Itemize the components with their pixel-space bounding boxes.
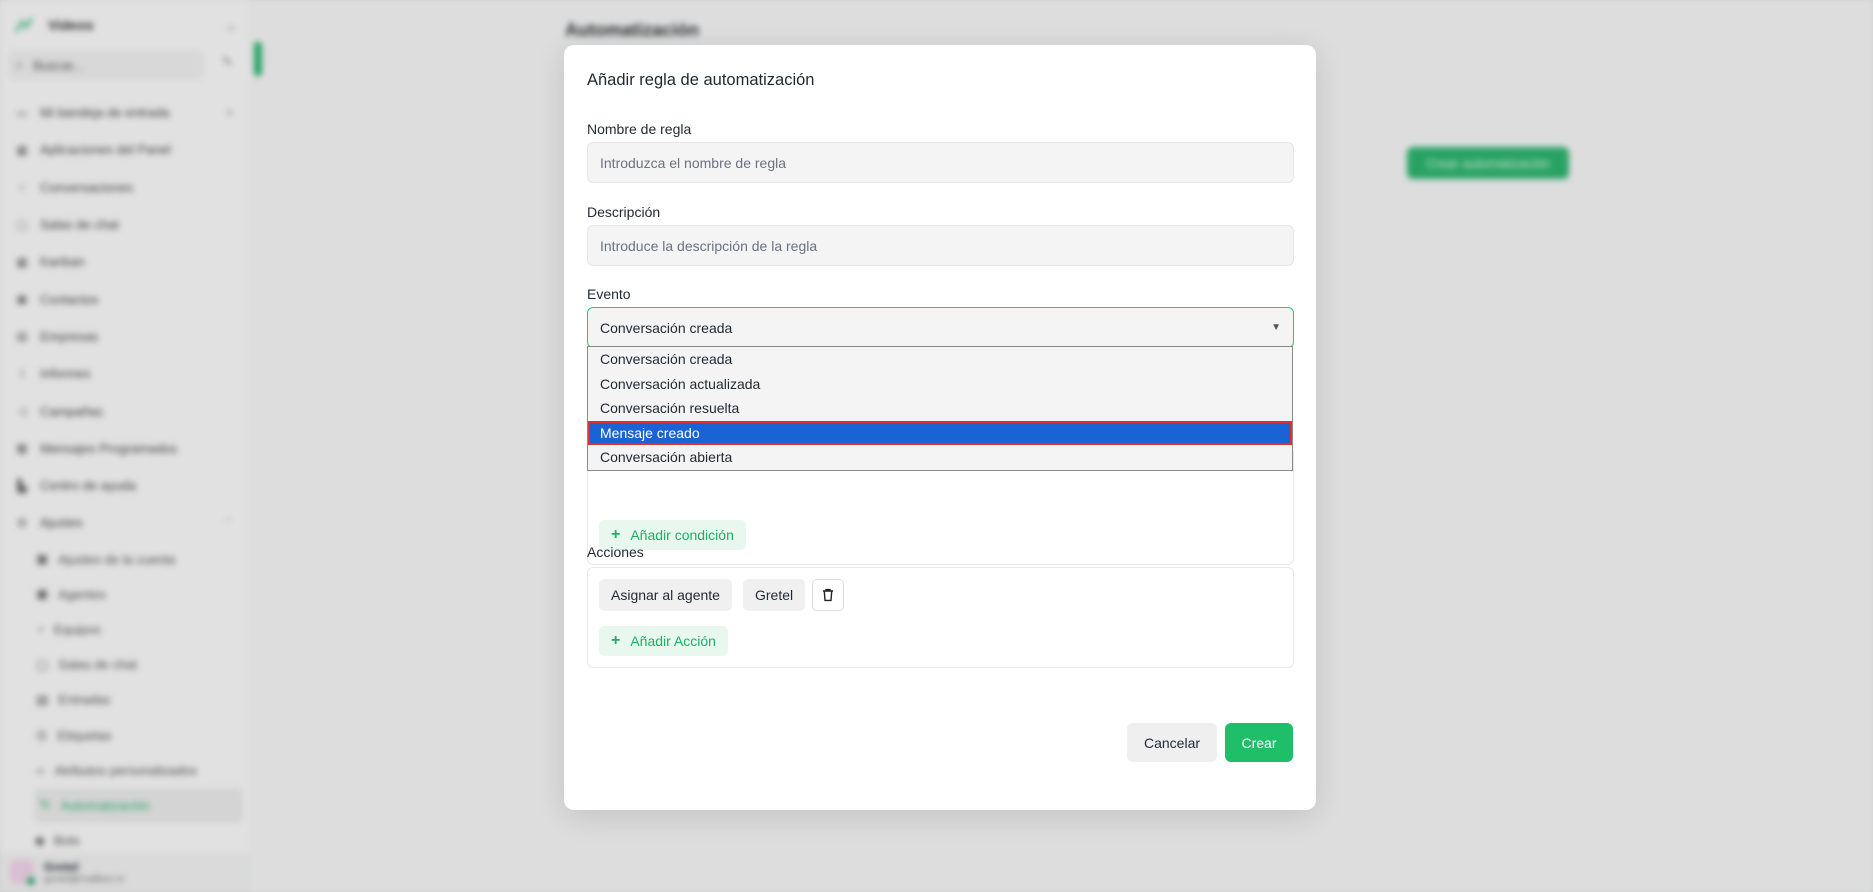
rule-name-label: Nombre de regla bbox=[587, 121, 692, 137]
trash-icon bbox=[823, 588, 833, 602]
description-input[interactable] bbox=[587, 225, 1294, 266]
event-dropdown-list: Conversación creada Conversación actuali… bbox=[587, 346, 1293, 471]
action-value-select[interactable]: Gretel bbox=[743, 579, 806, 611]
add-condition-label: Añadir condición bbox=[630, 527, 734, 543]
description-label: Descripción bbox=[587, 204, 661, 220]
plus-icon: + bbox=[611, 632, 621, 649]
add-action-label: Añadir Acción bbox=[630, 633, 716, 649]
event-label: Evento bbox=[587, 286, 631, 302]
add-action-button[interactable]: + Añadir Acción bbox=[599, 626, 728, 656]
caret-down-icon: ▼ bbox=[1271, 322, 1281, 333]
cancel-button[interactable]: Cancelar bbox=[1127, 723, 1217, 762]
event-option[interactable]: Conversación abierta bbox=[588, 445, 1292, 470]
plus-icon: + bbox=[611, 526, 621, 543]
actions-label: Acciones bbox=[587, 544, 644, 560]
modal-title: Añadir regla de automatización bbox=[587, 71, 815, 89]
rule-name-input[interactable] bbox=[587, 142, 1294, 183]
event-select[interactable]: Conversación creada ▼ bbox=[587, 307, 1294, 348]
create-button[interactable]: Crear bbox=[1225, 723, 1293, 762]
actions-box: Asignar al agente Gretel + Añadir Acción bbox=[587, 567, 1294, 668]
delete-action-button[interactable] bbox=[812, 579, 844, 611]
event-option-highlighted[interactable]: Mensaje creado bbox=[588, 420, 1292, 445]
event-option[interactable]: Conversación creada bbox=[588, 347, 1292, 372]
event-option[interactable]: Conversación resuelta bbox=[588, 396, 1292, 421]
action-type-select[interactable]: Asignar al agente bbox=[599, 579, 732, 611]
event-option[interactable]: Conversación actualizada bbox=[588, 372, 1292, 397]
event-selected-value: Conversación creada bbox=[600, 319, 733, 336]
